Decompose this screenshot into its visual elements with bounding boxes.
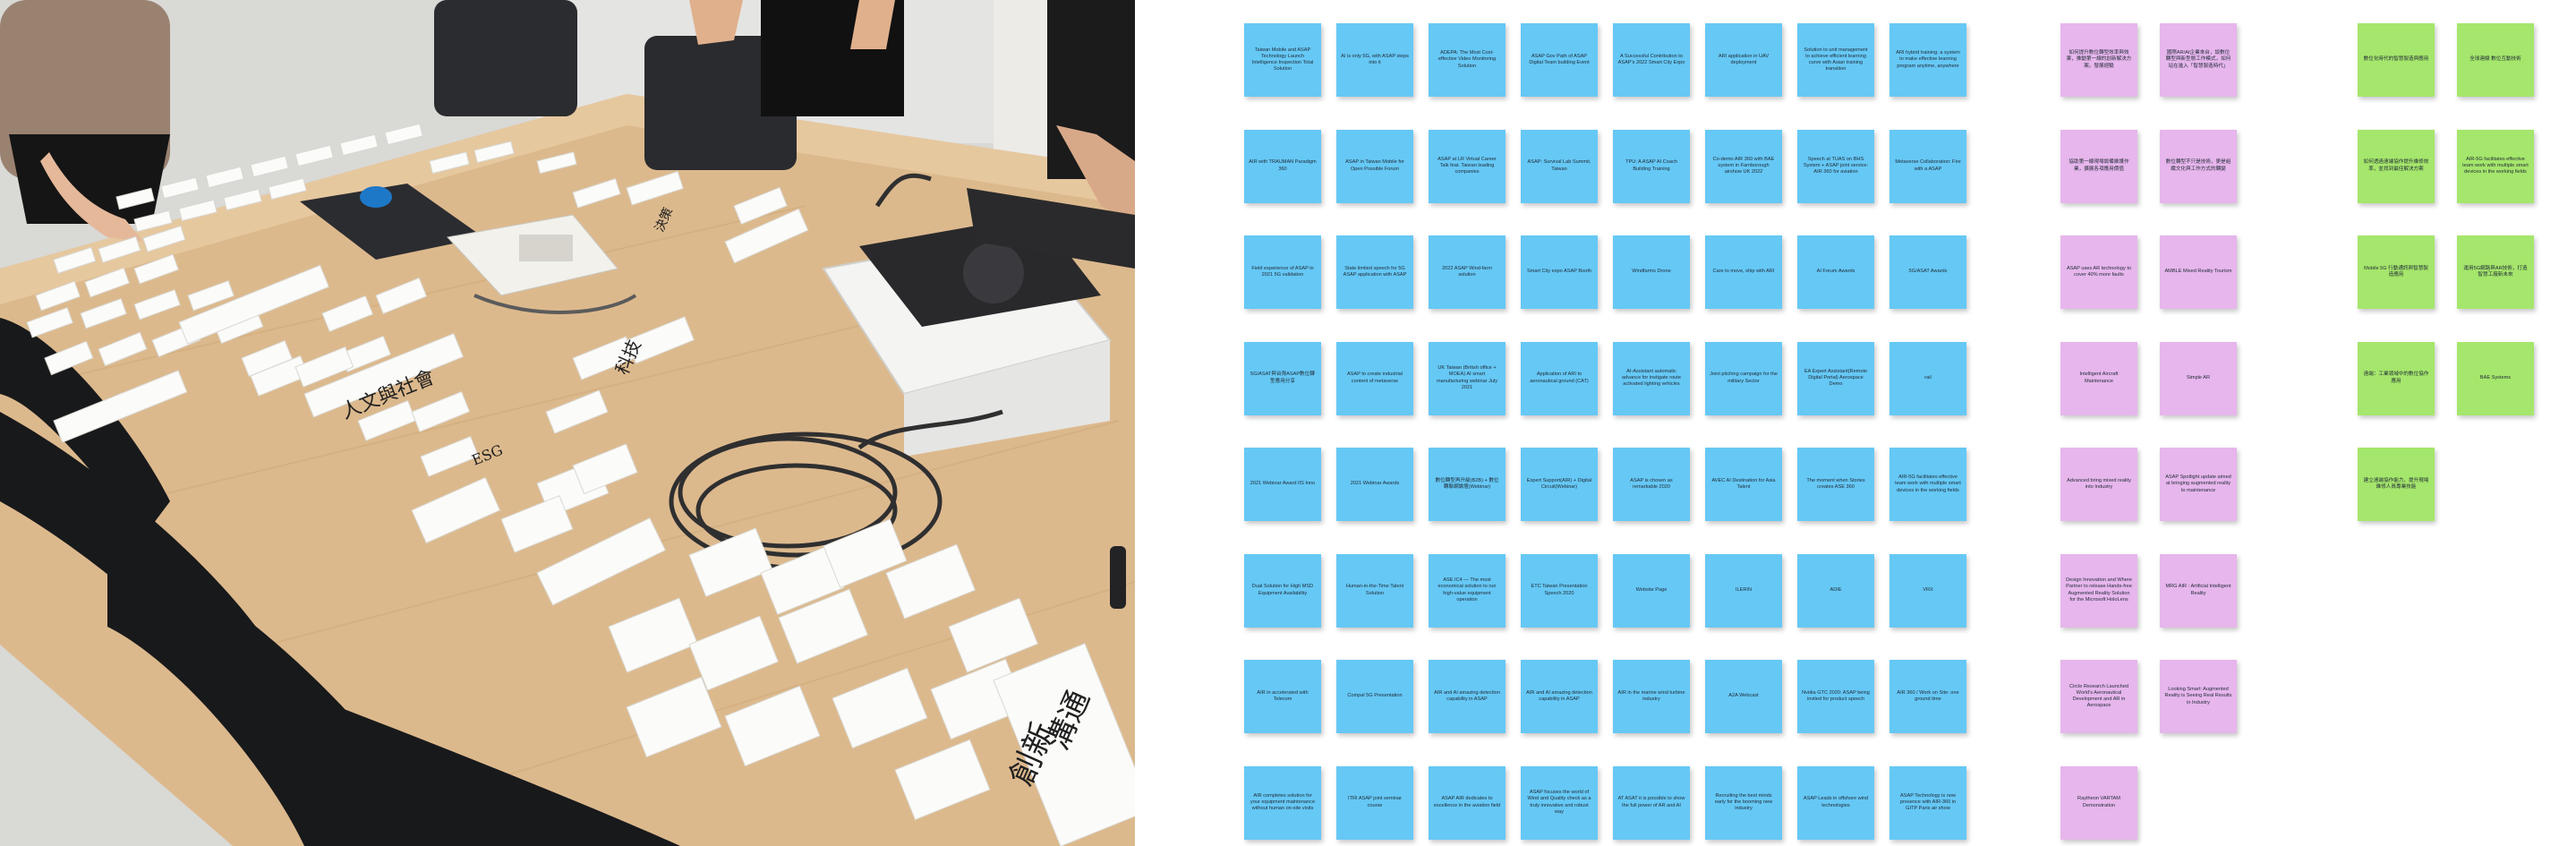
pink-sticky-note: 國際AR/AI企業來台，談數位轉型與新型態工作模式，如何站在進入「智慧製造時代」 xyxy=(2160,23,2237,97)
blue-sticky-note: AIR with TRAUMAN Paradigm 360 xyxy=(1244,129,1321,203)
blue-sticky-note: ILERIN xyxy=(1705,553,1782,628)
green-sticky-note: 運用5G網路與AR技術，打造智慧工廠新未來 xyxy=(2457,235,2534,309)
blue-sticky-note: ASAP Leads in offshore wind technologies xyxy=(1797,765,1874,840)
blue-sticky-note: AIR in accelerated with Telecom xyxy=(1244,660,1321,733)
blue-sticky-note: rail xyxy=(1889,341,1966,415)
pink-sticky-note: 協助第一線現場設備維護作業，擴展各項應用價值 xyxy=(2060,129,2137,203)
blue-sticky-note: State limited speech for 5G ASAP applica… xyxy=(1336,235,1413,309)
person-left xyxy=(0,0,170,242)
blue-sticky-note: ASAP in Taiwan Mobile for Open Possible … xyxy=(1336,129,1413,203)
blue-sticky-note: Solution to unit management to achieve e… xyxy=(1797,23,1874,97)
pink-sticky-note: Simple AR xyxy=(2160,341,2237,415)
blue-sticky-note: Website Page xyxy=(1613,553,1690,628)
pink-sticky-note: Circle Research Launched World's Aeronau… xyxy=(2060,660,2137,733)
blue-sticky-note: ASAP to create industrial content of met… xyxy=(1336,341,1413,415)
pink-sticky-note: Looking Smart: Augmented Reality is Seei… xyxy=(2160,660,2237,733)
photo-scene: 人文與社會 科技 ESG 創新 溝通 決策 xyxy=(0,0,1135,846)
blue-sticky-note: ASAP Technology is now presence with AIR… xyxy=(1889,765,1966,840)
blue-sticky-note: AI is only 5G, with ASAP steps into it xyxy=(1336,23,1413,97)
pink-sticky-note: 數位轉型不只是技術，更是組織文化與工作方式的轉變 xyxy=(2160,129,2237,203)
blue-sticky-note: Application of ARI to aeronautical groun… xyxy=(1521,341,1598,415)
blue-sticky-note: ASAP at LR Virtual Career Talk feat. Tai… xyxy=(1429,129,1506,203)
blue-sticky-note: AIR in the marine wind turbine industry xyxy=(1613,660,1690,733)
blue-sticky-note: VRX xyxy=(1889,553,1966,628)
meeting-table-photo: 人文與社會 科技 ESG 創新 溝通 決策 xyxy=(0,0,1135,846)
blue-sticky-note: ADEPA: The Most Cost-effective Video Mon… xyxy=(1429,23,1506,97)
green-sticky-note: 如何透過遠端協作提升維修效率，並找到最佳解決方案 xyxy=(2358,129,2435,203)
blue-sticky-note: AIR 360 / Work on Site: one ground time xyxy=(1889,660,1966,733)
blue-sticky-note: AI Forum Awards xyxy=(1797,235,1874,309)
blue-sticky-note: Speech at TUAS on BHS System + ASAP join… xyxy=(1797,129,1874,203)
blue-sticky-note: 5G/ASAT Awards xyxy=(1889,235,1966,309)
blue-sticky-note: ADIE xyxy=(1797,553,1874,628)
blue-sticky-note: EA Expert Assistant(Remote Digital Porta… xyxy=(1797,341,1874,415)
blue-sticky-note: Smart City expo ASAP Booth xyxy=(1521,235,1598,309)
blue-sticky-note: AIR completes solution for your equipmen… xyxy=(1244,765,1321,840)
blue-sticky-note: ARI hybrid training: a system to make ef… xyxy=(1889,23,1966,97)
blue-sticky-note: Co-demo AIR 360 with BAE system in Farnb… xyxy=(1705,129,1782,203)
pink-sticky-note: ASAP uses AR technology to cover 40% mor… xyxy=(2060,235,2137,309)
blue-sticky-note: ASAP is chosen as remarkable 2020 xyxy=(1613,448,1690,521)
pink-sticky-note: Design Innovation and Where Partner to r… xyxy=(2060,553,2137,628)
blue-sticky-note: TPU: A ASAP AI Coach Building Training xyxy=(1613,129,1690,203)
blue-sticky-note: ARI application in UAV deployment xyxy=(1705,23,1782,97)
blue-sticky-note: Taiwan Mobile and ASAP Technology Launch… xyxy=(1244,23,1321,97)
pink-sticky-note: AMBLE Mixed Reality Tourism xyxy=(2160,235,2237,309)
blue-sticky-note: Field experience of ASAP in 2021 5G vali… xyxy=(1244,235,1321,309)
blue-sticky-note: Windfarms Drone xyxy=(1613,235,1690,309)
pink-sticky-note: MRG AIR : Artificial Intelligent Reality xyxy=(2160,553,2237,628)
pink-sticky-note: Intelligent Aircraft Maintenance xyxy=(2060,341,2137,415)
blue-sticky-note: AIR and AI amazing detection capability … xyxy=(1521,660,1598,733)
blue-sticky-note: ETC Taiwan Presentation Speech 2020 xyxy=(1521,553,1598,628)
blue-sticky-note: A Successful Contribution to ASAP's 2022… xyxy=(1613,23,1690,97)
blue-sticky-note: 數位轉型再升級(B2B) + 數位轉聯網論壇(Webinar) xyxy=(1429,448,1506,521)
blue-sticky-note: Nvidia GTC 2020: ASAP being invited for … xyxy=(1797,660,1874,733)
blue-sticky-note: Joint pitching campaign for the military… xyxy=(1705,341,1782,415)
blue-sticky-note: Expert Support(AIR) + Digital Circuit(We… xyxy=(1521,448,1598,521)
blue-sticky-note: 2021 Webinar Award IIS Inno xyxy=(1244,448,1321,521)
blue-sticky-note: A2A Webcast xyxy=(1705,660,1782,733)
pink-sticky-note: Raytheon VARTAM Demonstration xyxy=(2060,765,2137,840)
pink-sticky-note: Advanced bring mixed reality into Indust… xyxy=(2060,448,2137,521)
blue-sticky-note: 5G/ASAT與台灣ASAP數位轉型應用分享 xyxy=(1244,341,1321,415)
green-sticky-note: 遠端：工業領域中的數位協作應用 xyxy=(2358,341,2435,415)
blue-sticky-note: ASAP: Survival Lab Summit, Taiwan xyxy=(1521,129,1598,203)
blue-sticky-note: Recruiting the best minds early for the … xyxy=(1705,765,1782,840)
green-sticky-note: AIR-5G facilitates effective team work w… xyxy=(2457,129,2534,203)
blue-sticky-note: ASAP AIR dedicates to excellence in the … xyxy=(1429,765,1506,840)
blue-sticky-note: Metaverse Collaboration: Fire with a ASA… xyxy=(1889,129,1966,203)
blue-sticky-note: 2021 Webinar Awards xyxy=(1336,448,1413,521)
blue-sticky-note: ASAP focuses the world of Wind and Quali… xyxy=(1521,765,1598,840)
blue-sticky-note: AVEC AI Destination for Asia Talent xyxy=(1705,448,1782,521)
blue-sticky-note: ITRI ASAP joint seminar course xyxy=(1336,765,1413,840)
green-sticky-note: 建立遠端協作能力，提升現場維修人員專業技能 xyxy=(2358,448,2435,521)
blue-sticky-note: UK Taiwan (British office + MOEA) AI sma… xyxy=(1429,341,1506,415)
blue-sticky-note: Dual Solution for High MSD Equipment Ava… xyxy=(1244,553,1321,628)
pink-sticky-note: ASAP Spotlight update aimed at bringing … xyxy=(2160,448,2237,521)
pink-sticky-note: 如何提升數位轉型效率與效果，推動第一線的創新解決方案。發展經驗 xyxy=(2060,23,2137,97)
green-sticky-note: BAE Systems xyxy=(2457,341,2534,415)
blue-sticky-note: Compal 5G Presentation xyxy=(1336,660,1413,733)
blue-sticky-note: Care to move, ship with ARI xyxy=(1705,235,1782,309)
blue-sticky-note: ASE IC4 — The most economical solution t… xyxy=(1429,553,1506,628)
blue-sticky-note: AT ASAT it is possible to show the full … xyxy=(1613,765,1690,840)
blue-sticky-note: 2022 ASAP Wind-farm solution xyxy=(1429,235,1506,309)
green-sticky-note: 數位化時代的智慧製造與應用 xyxy=(2358,23,2435,97)
blue-sticky-note: AIR-5G facilitates effective team work w… xyxy=(1889,448,1966,521)
blue-sticky-note: The moment when Stories creates ASE 360 xyxy=(1797,448,1874,521)
marker-pen xyxy=(1110,546,1126,609)
computer-mouse xyxy=(360,186,392,208)
sticky-note-board: Taiwan Mobile and ASAP Technology Launch… xyxy=(1135,0,2576,846)
green-sticky-note: 全球連線 數位互動技術 xyxy=(2457,23,2534,97)
blue-sticky-note: AI-Assistant automatic advance for insti… xyxy=(1613,341,1690,415)
blue-sticky-note: Human-in-the-Time Talent Solution xyxy=(1336,553,1413,628)
blue-sticky-note: AIR and AI amazing detection capability … xyxy=(1429,660,1506,733)
blue-sticky-note: ASAP Gov Path of ASAP Digital Team build… xyxy=(1521,23,1598,97)
green-sticky-note: Mobile 5G 行動通訊與智慧製造應用 xyxy=(2358,235,2435,309)
